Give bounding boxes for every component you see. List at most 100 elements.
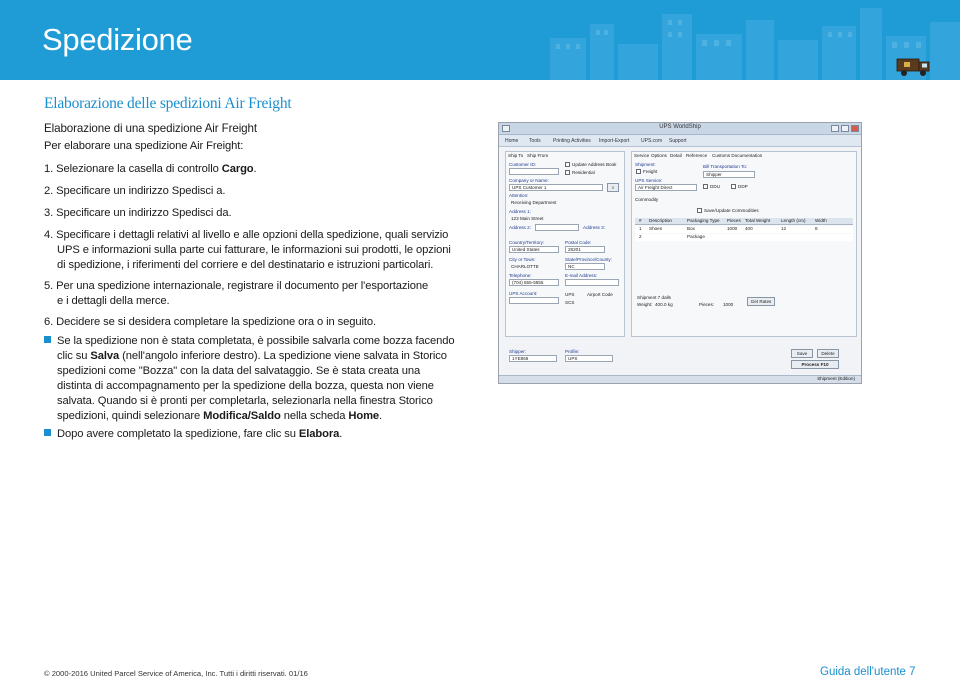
step-6: 6. Decidere se si desidera completare la…: [44, 314, 376, 332]
grid-row[interactable]: 2 Package: [635, 234, 853, 241]
ddu-label: DDU: [710, 184, 720, 189]
tab-service[interactable]: Service: [634, 153, 649, 158]
grid-col: Pieces: [727, 218, 741, 223]
menu-import-export[interactable]: Import-Export: [599, 138, 629, 144]
shipper-label: Shipper:: [509, 349, 527, 354]
update-address-label: Update Address Book: [572, 162, 617, 167]
postal-input[interactable]: 28201: [565, 246, 605, 253]
menu-home[interactable]: Home: [505, 138, 518, 144]
step-number: 5.: [44, 280, 54, 292]
bullet-square-icon: [44, 336, 51, 343]
bullet-text: (nell'angolo inferiore destro). La spedi…: [119, 350, 447, 362]
ddp-checkbox[interactable]: [731, 184, 736, 189]
commodity-tab[interactable]: Commodity: [635, 197, 658, 202]
bill-value: Shipper: [706, 172, 722, 177]
grid-col: Width: [815, 218, 827, 223]
grid-cell: 2: [639, 234, 642, 239]
bullet-text: .: [339, 428, 343, 440]
step-text: Specificare un indirizzo Spedisci a.: [56, 185, 226, 197]
bill-select[interactable]: Shipper: [703, 171, 755, 178]
service-value: Air Freight Direct: [638, 185, 673, 190]
service-select[interactable]: Air Freight Direct: [635, 184, 697, 191]
tab-options[interactable]: Options: [651, 153, 667, 158]
bullet-text: Se la spedizione non è stata completata,…: [57, 335, 455, 347]
ribbon-menubar: Home Tools Printing Activities Import-Ex…: [499, 135, 861, 147]
company-value: UPS Customer 1: [512, 185, 547, 190]
delete-button[interactable]: Delete: [817, 349, 839, 358]
process-button[interactable]: Process F10: [791, 360, 839, 369]
grid-cell: 1: [639, 226, 642, 231]
customer-id-label: Customer ID:: [509, 162, 537, 167]
tab-ship-from[interactable]: Ship From: [527, 153, 548, 158]
step-5-line-2: e i dettagli della merce.: [57, 295, 170, 307]
grid-cell: 12: [781, 226, 787, 231]
intro-text: Per elaborare una spedizione Air Freight…: [44, 140, 244, 152]
residential-checkbox[interactable]: [565, 170, 570, 175]
step-text: Selezionare la casella di controllo: [56, 163, 219, 175]
ddu-checkbox[interactable]: [703, 184, 708, 189]
step-number: 1.: [44, 163, 54, 175]
tab-customs[interactable]: Customs Documentation: [712, 153, 762, 158]
grid-cell: Shoes: [649, 226, 663, 231]
bullet-text: clic su: [57, 350, 91, 362]
bullet-text: nella scheda: [280, 410, 349, 422]
window-title: UPS WorldShip: [659, 124, 701, 130]
bullet-bold: Elabora: [298, 428, 340, 440]
footer-guide-page: Guida dell'utente 7: [820, 666, 916, 678]
get-rates-button[interactable]: Get Rates: [747, 297, 775, 306]
save-commodities-checkbox[interactable]: [697, 208, 702, 213]
attention-label: Attention:: [509, 193, 529, 198]
ups-account-input[interactable]: [509, 297, 559, 304]
commodity-grid-header: # Description Packaging Type Pieces Tota…: [635, 218, 853, 225]
bullet-square-icon: [44, 429, 51, 436]
tab-reference[interactable]: Reference: [686, 153, 707, 158]
postal-value: 28201: [568, 247, 581, 252]
delivery-truck-icon: [896, 58, 930, 76]
grid-col: #: [639, 218, 642, 223]
close-icon[interactable]: [851, 125, 859, 132]
grid-cell: 1000: [727, 226, 738, 231]
step-number: 6.: [44, 316, 54, 328]
telephone-input[interactable]: (704) 555-5555: [509, 279, 559, 286]
grid-cell: 8: [815, 226, 818, 231]
scs-radio[interactable]: SCS: [565, 300, 574, 305]
customer-id-input[interactable]: [509, 168, 559, 175]
bullet-bold: Modifica/Saldo: [203, 410, 281, 422]
step-bold: Cargo: [221, 163, 254, 175]
shipper-select[interactable]: 1YE866: [509, 355, 557, 362]
menu-printing[interactable]: Printing Activities: [553, 138, 591, 144]
menu-tools[interactable]: Tools: [529, 138, 541, 144]
airport-code-label: Airport Code: [587, 292, 613, 297]
maximize-icon[interactable]: [841, 125, 849, 132]
telephone-label: Telephone:: [509, 273, 532, 278]
menu-ups-com[interactable]: UPS.com: [641, 138, 662, 144]
tab-ship-to[interactable]: Ship To: [508, 153, 523, 158]
ups-radio[interactable]: UPS: [565, 292, 574, 297]
profile-select[interactable]: UPS: [565, 355, 613, 362]
ups-service-label: UPS Service:: [635, 178, 663, 183]
step-number: 3.: [44, 207, 54, 219]
email-label: E-mail Address:: [565, 273, 598, 278]
update-address-checkbox[interactable]: [565, 162, 570, 167]
bullet-bold: Salva: [90, 350, 120, 362]
minimize-icon[interactable]: [831, 125, 839, 132]
bullet-text: .: [379, 410, 383, 422]
state-select[interactable]: NC: [565, 263, 605, 270]
country-select[interactable]: United States: [509, 246, 559, 253]
search-button[interactable]: ⌕: [607, 183, 619, 192]
header-banner: Spedizione: [0, 0, 960, 80]
grid-row[interactable]: 1 Shoes Box 1000 400 12 8: [635, 226, 853, 233]
menu-support[interactable]: Support: [669, 138, 687, 144]
save-button[interactable]: Save: [791, 349, 813, 358]
freight-label: Freight: [643, 169, 658, 174]
address2-input[interactable]: [535, 224, 579, 231]
subsection-heading: Elaborazione di una spedizione Air Freig…: [44, 122, 257, 135]
email-input[interactable]: [565, 279, 619, 286]
weight-label: Weight:: [637, 302, 653, 307]
address1-label: Address 1:: [509, 209, 531, 214]
freight-checkbox[interactable]: [636, 169, 641, 174]
step-4-line-3: di spedizione, i riferimenti del corrier…: [57, 259, 434, 271]
tab-detail[interactable]: Detail: [670, 153, 682, 158]
app-icon: [502, 125, 510, 132]
company-input[interactable]: UPS Customer 1: [509, 184, 603, 191]
